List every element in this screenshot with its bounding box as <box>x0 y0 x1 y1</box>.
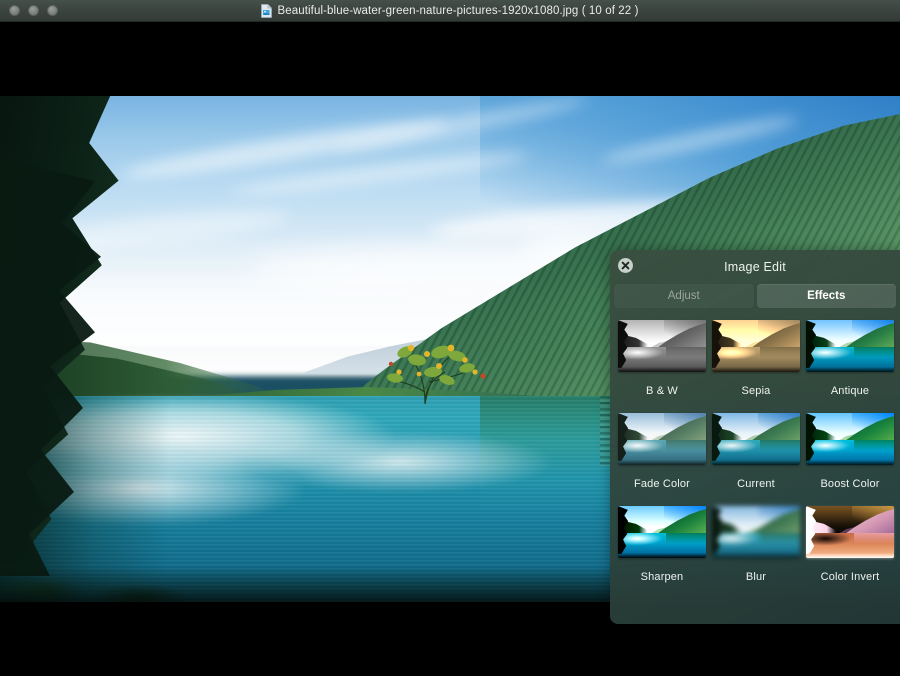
tab-effects-label: Effects <box>807 290 846 302</box>
tab-adjust-label: Adjust <box>667 290 700 302</box>
foreground-flower-sprig <box>355 312 505 405</box>
effect-thumbnail[interactable] <box>806 320 894 372</box>
effect-label: B & W <box>646 385 678 397</box>
image-edit-panel: Image Edit Adjust Effects B & W Sepia An… <box>610 250 900 624</box>
effect-label: Antique <box>830 385 870 397</box>
effect-label: Sepia <box>741 385 771 397</box>
effect-label: Color Invert <box>820 571 880 583</box>
image-viewer-window: Beautiful-blue-water-green-nature-pictur… <box>0 0 900 676</box>
title-bar-center: Beautiful-blue-water-green-nature-pictur… <box>0 0 900 22</box>
image-stage: Image Edit Adjust Effects B & W Sepia An… <box>0 22 900 676</box>
effect-label: Blur <box>745 571 767 583</box>
effect-label: Sharpen <box>640 571 684 583</box>
effects-grid: B & W Sepia Antique Fade Color Current B… <box>610 308 900 599</box>
effect-cell[interactable]: Sepia <box>712 320 800 413</box>
effect-thumbnail[interactable] <box>712 506 800 558</box>
effect-thumbnail[interactable] <box>618 506 706 558</box>
panel-tabs: Adjust Effects <box>610 284 900 308</box>
effect-thumbnail[interactable] <box>712 413 800 465</box>
effect-cell[interactable]: Fade Color <box>618 413 706 506</box>
effect-label: Current <box>737 478 775 490</box>
close-icon[interactable] <box>618 258 633 273</box>
panel-header: Image Edit <box>610 250 900 284</box>
effect-thumbnail[interactable] <box>806 413 894 465</box>
panel-title: Image Edit <box>724 260 786 274</box>
effect-cell[interactable]: Boost Color <box>806 413 894 506</box>
close-window-button[interactable] <box>9 5 20 16</box>
effect-thumbnail[interactable] <box>712 320 800 372</box>
effect-label: Fade Color <box>634 478 690 490</box>
effect-cell[interactable]: Sharpen <box>618 506 706 599</box>
effect-thumbnail[interactable] <box>618 413 706 465</box>
tab-effects[interactable]: Effects <box>756 284 896 308</box>
title-bar: Beautiful-blue-water-green-nature-pictur… <box>0 0 900 22</box>
effect-cell[interactable]: B & W <box>618 320 706 413</box>
window-title: Beautiful-blue-water-green-nature-pictur… <box>277 5 639 17</box>
effect-cell[interactable]: Current <box>712 413 800 506</box>
effect-thumbnail[interactable] <box>806 506 894 558</box>
document-image-icon <box>261 4 273 18</box>
effect-label: Boost Color <box>820 478 880 490</box>
effect-cell[interactable]: Color Invert <box>806 506 894 599</box>
effect-cell[interactable]: Antique <box>806 320 894 413</box>
zoom-window-button[interactable] <box>47 5 58 16</box>
effect-cell[interactable]: Blur <box>712 506 800 599</box>
minimize-window-button[interactable] <box>28 5 39 16</box>
tab-adjust[interactable]: Adjust <box>614 284 754 308</box>
effect-thumbnail[interactable] <box>618 320 706 372</box>
window-traffic-lights <box>0 5 58 16</box>
